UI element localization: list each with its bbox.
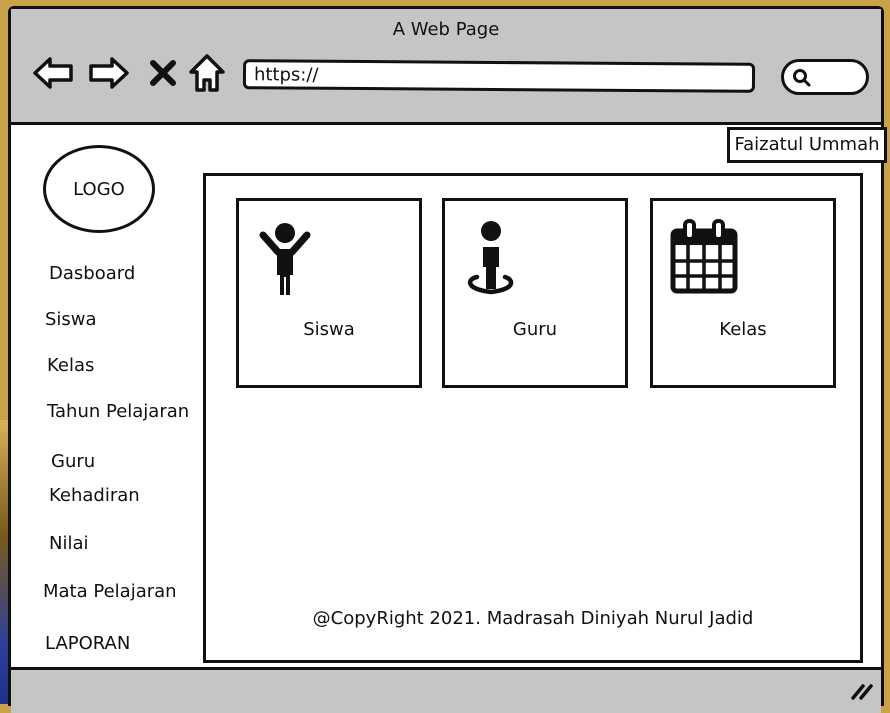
search-button[interactable] <box>781 59 869 95</box>
sidebar-item-tahun-pelajaran[interactable]: Tahun Pelajaran <box>47 401 189 422</box>
sidebar-item-kehadiran[interactable]: Kehadiran <box>49 485 140 506</box>
resize-grip-icon[interactable] <box>849 678 873 702</box>
card-guru-label: Guru <box>512 319 558 340</box>
card-guru[interactable]: Guru <box>442 198 628 388</box>
sidebar-item-dasboard[interactable]: Dasboard <box>49 263 135 284</box>
card-kelas[interactable]: Kelas <box>650 198 836 388</box>
url-input[interactable]: https:// <box>242 59 756 93</box>
card-kelas-label: Kelas <box>719 319 767 340</box>
forward-button[interactable] <box>87 51 131 95</box>
child-person-icon <box>259 223 311 295</box>
home-button[interactable] <box>185 51 229 95</box>
logo: LOGO <box>43 145 155 233</box>
main-panel: Siswa Guru Kelas @CopyRight 2021. Madras… <box>203 173 863 663</box>
arrow-right-icon <box>89 57 129 89</box>
card-siswa-label: Siswa <box>303 319 355 340</box>
logo-label: LOGO <box>73 178 125 200</box>
person-standing-icon <box>467 221 514 295</box>
sidebar-item-mata-pelajaran[interactable]: Mata Pelajaran <box>43 581 177 602</box>
arrow-left-icon <box>33 57 73 89</box>
browser-window: A Web Page https:// Faizatul Ummah LOGO … <box>8 6 887 713</box>
sidebar-item-siswa[interactable]: Siswa <box>45 309 97 330</box>
x-icon <box>150 60 176 86</box>
sidebar-item-laporan[interactable]: LAPORAN <box>45 633 130 654</box>
calendar-icon <box>670 219 738 294</box>
sidebar-item-guru[interactable]: Guru <box>51 451 95 472</box>
status-bar <box>11 667 881 713</box>
screen: A Web Page https:// Faizatul Ummah LOGO … <box>0 0 890 713</box>
stop-button[interactable] <box>141 51 185 95</box>
back-button[interactable] <box>31 51 75 95</box>
sidebar-item-nilai[interactable]: Nilai <box>49 533 89 554</box>
search-icon <box>793 69 811 87</box>
browser-titlebar: A Web Page https:// <box>11 9 881 125</box>
card-siswa[interactable]: Siswa <box>236 198 422 388</box>
sidebar-item-kelas[interactable]: Kelas <box>47 355 94 376</box>
user-name-button[interactable]: Faizatul Ummah <box>727 127 887 163</box>
page-content: Faizatul Ummah LOGO Dasboard Siswa Kelas… <box>11 125 887 667</box>
footer-copyright: @CopyRight 2021. Madrasah Diniyah Nurul … <box>312 608 754 629</box>
home-icon <box>189 54 225 92</box>
window-title: A Web Page <box>392 19 500 40</box>
